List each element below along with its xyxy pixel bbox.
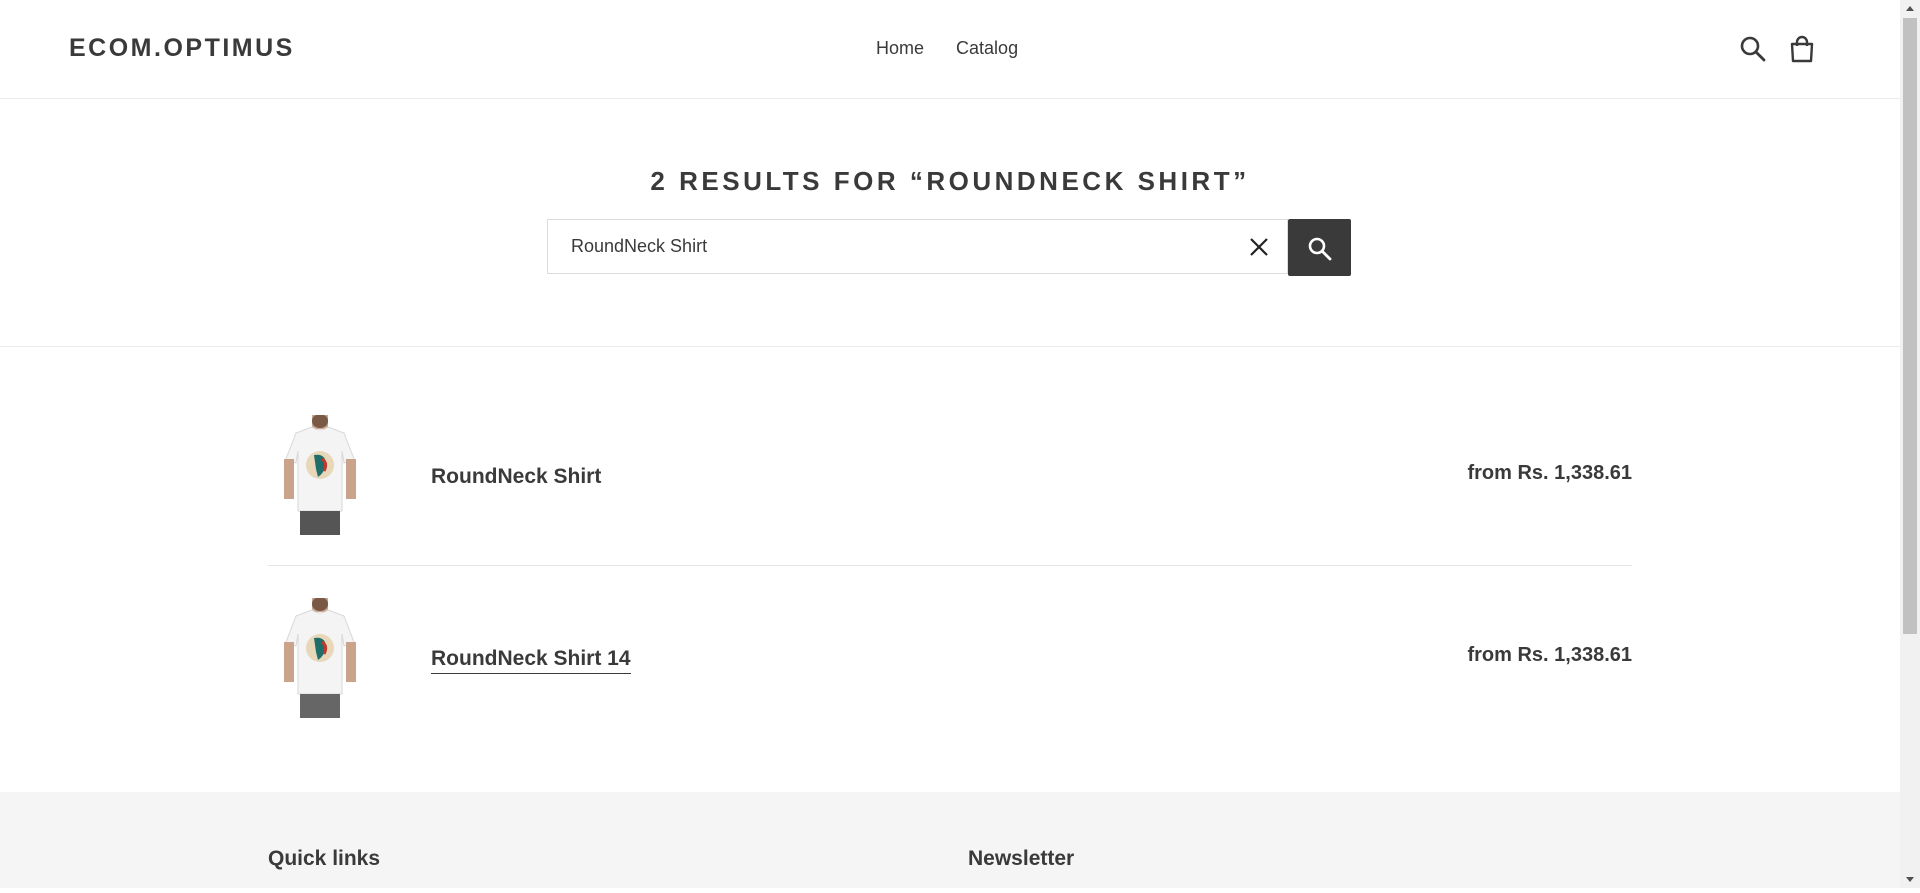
result-item[interactable]: RoundNeck Shirt 14 from Rs. 1,338.61 [268,588,1632,748]
scroll-down-arrow-icon[interactable] [1900,871,1920,888]
product-price: from Rs. 1,338.61 [1467,462,1632,484]
footer-newsletter-heading: Newsletter [968,847,1075,870]
result-item[interactable]: RoundNeck Shirt from Rs. 1,338.61 [268,405,1632,566]
cart-icon[interactable] [1788,35,1816,63]
main-nav: Home Catalog [876,38,1045,59]
site-logo[interactable]: ECOM.OPTIMUS [69,34,295,63]
product-price: from Rs. 1,338.61 [1467,644,1632,666]
product-title[interactable]: RoundNeck Shirt 14 [431,647,631,674]
vertical-scrollbar[interactable] [1900,0,1920,888]
search-submit-button[interactable] [1288,219,1351,276]
search-box [547,219,1288,274]
page: ECOM.OPTIMUS Home Catalog 2 RESULTS FOR … [0,0,1900,888]
product-thumbnail[interactable] [282,597,358,718]
scrollbar-thumb[interactable] [1903,18,1917,634]
search-icon [1308,237,1332,261]
site-header: ECOM.OPTIMUS Home Catalog [0,0,1900,99]
nav-catalog[interactable]: Catalog [956,38,1018,58]
product-title[interactable]: RoundNeck Shirt [431,465,601,489]
nav-home[interactable]: Home [876,38,924,58]
product-thumbnail[interactable] [282,414,358,535]
site-footer: Quick links Newsletter [0,792,1900,888]
footer-quick-links-heading: Quick links [268,847,381,870]
search-icon[interactable] [1739,35,1767,63]
scroll-up-arrow-icon[interactable] [1900,0,1920,17]
search-input[interactable] [548,220,1228,273]
search-section: 2 RESULTS FOR “ROUNDNECK SHIRT” [0,99,1900,347]
results-heading: 2 RESULTS FOR “ROUNDNECK SHIRT” [650,166,1250,196]
close-icon[interactable] [1248,236,1270,258]
